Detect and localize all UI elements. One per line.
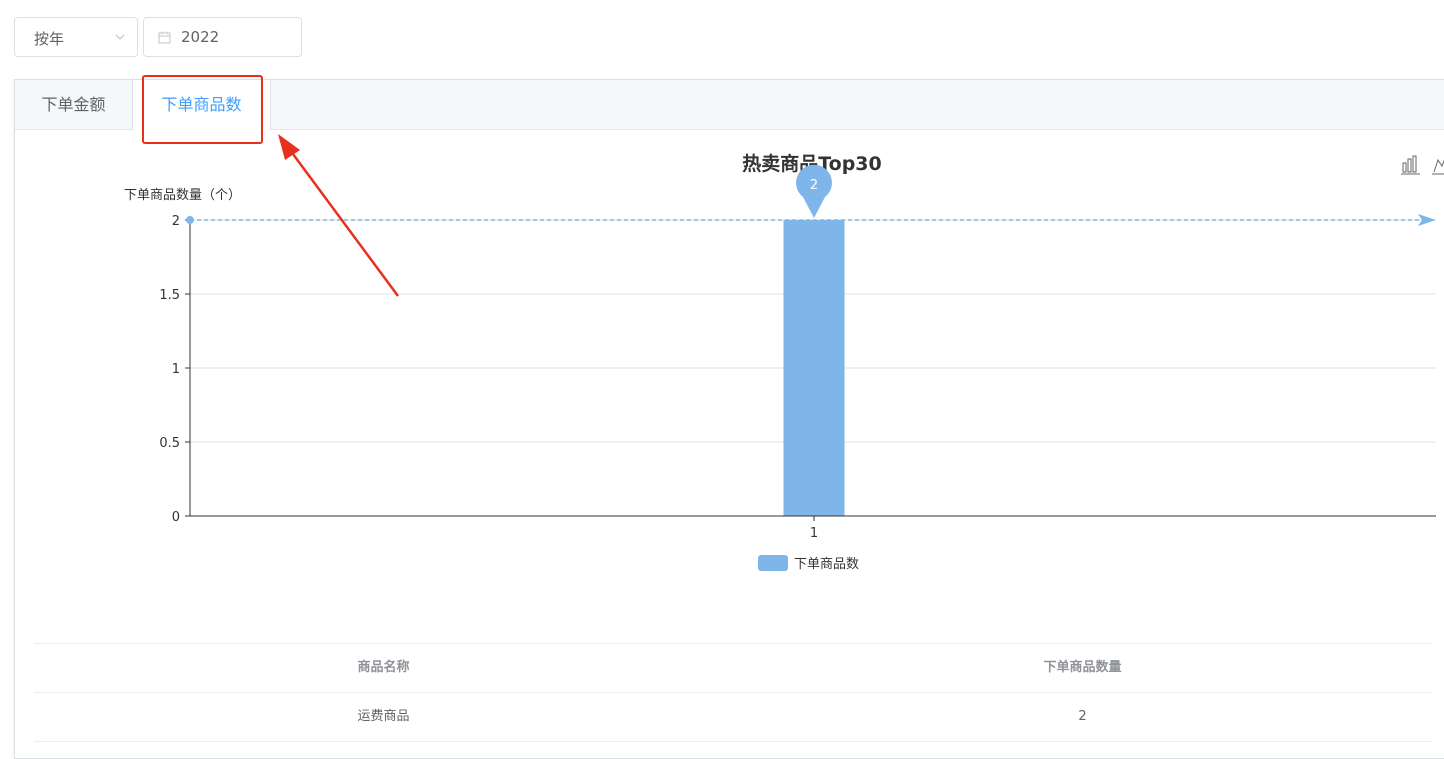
table-header-row: 商品名称 下单商品数量 [34,643,1432,693]
bar-series [783,220,845,516]
y-tick-label: 1 [172,362,180,377]
line-chart-toggle-icon[interactable] [1432,156,1444,175]
bar-chart-toggle-icon[interactable] [1401,155,1420,175]
y-axis-label: 下单商品数量（个） [124,188,241,203]
bar [783,220,845,516]
mark-point: 2 [795,164,832,218]
y-tick-label: 2 [172,214,180,229]
mark-point-label: 2 [810,178,818,193]
table-cell: 运费商品 [357,709,410,724]
annotation-arrow [278,134,400,297]
x-tick-label: 1 [810,526,818,541]
y-tick-label: 0.5 [159,436,180,451]
table-cell: 2 [1078,709,1087,724]
legend[interactable]: 下单商品数 [758,555,859,572]
table-header-cell: 下单商品数量 [1043,660,1122,675]
y-tick-label: 1.5 [159,288,180,303]
x-tick-labels: 1 [810,526,818,541]
legend-swatch [758,555,788,571]
data-table: 商品名称 下单商品数量 运费商品 2 [34,643,1432,742]
table-row: 运费商品 2 [34,693,1432,742]
annotation-highlight-box [142,75,263,144]
table-header-cell: 商品名称 [357,660,410,675]
y-tick-label: 0 [172,510,180,525]
legend-label: 下单商品数 [794,557,859,572]
y-tick-labels: 0 0.5 1 1.5 2 [159,214,180,525]
